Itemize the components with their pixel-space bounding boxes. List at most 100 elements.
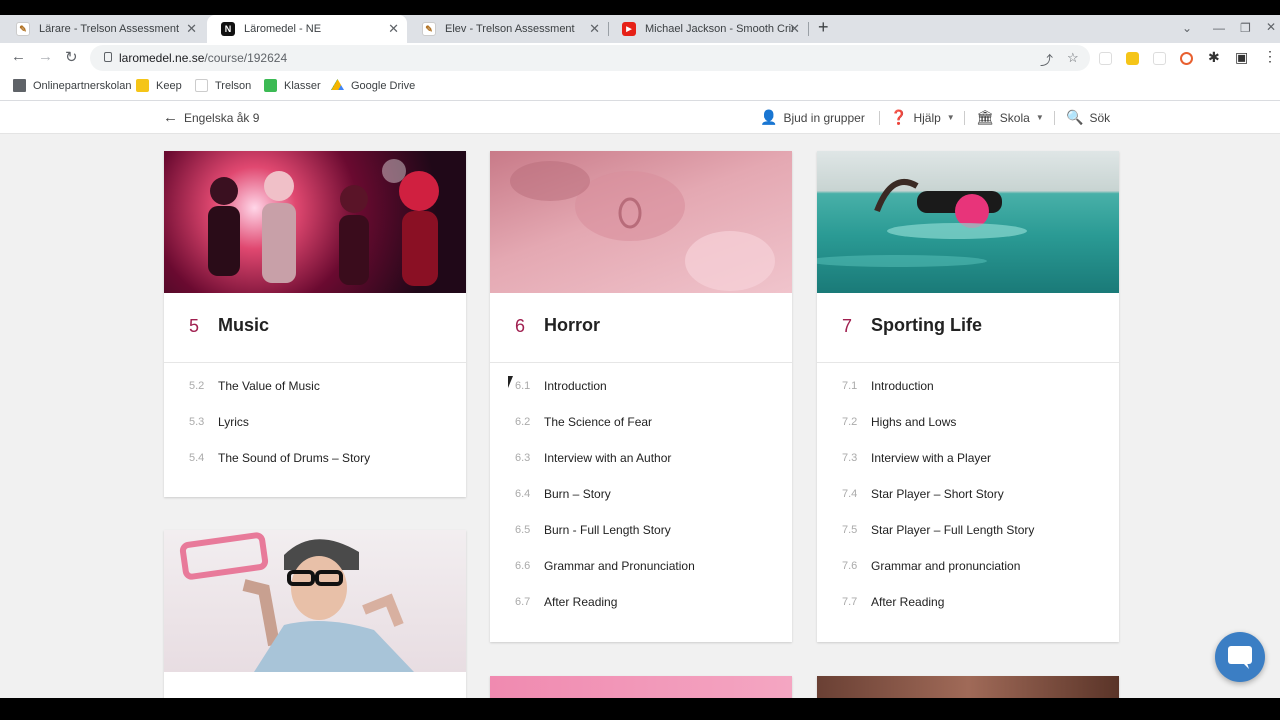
chat-button[interactable] [1215,632,1265,682]
lesson-number: 7.1 [842,380,858,392]
lesson-item[interactable]: 7.7 After Reading [817,592,1119,616]
chapter-title: Sporting Life [871,315,982,335]
close-tab-icon[interactable]: ✕ [388,21,399,37]
side-panel-icon[interactable]: ▣ [1235,49,1248,66]
lesson-number: 6.6 [515,560,531,572]
school-label: Skola [999,110,1030,125]
chapter-header: 5 Music [164,293,466,363]
chat-bubble-icon [1228,646,1252,669]
bookmarks-bar: Onlinepartnerskolan Keep Trelson Klasser… [0,73,1280,101]
tab-title: Michael Jackson - Smooth Crimi [645,23,793,35]
lesson-item[interactable]: 7.3 Interview with a Player [817,448,1119,472]
divider [1054,111,1055,125]
trelson-favicon-icon: ✎ [422,22,436,36]
back-icon[interactable]: ← [11,48,26,65]
chapter-title: Horror [544,315,601,335]
chapter-number: 5 [189,316,200,336]
add-user-icon: 👤 [760,109,778,125]
keep-icon [136,79,149,92]
lesson-title: After Reading [871,595,945,609]
bookmark-onlinepartnerskolan[interactable]: Onlinepartnerskolan [13,79,131,92]
new-tab-icon[interactable]: + [818,17,829,38]
close-tab-icon[interactable]: ✕ [186,21,197,37]
tab-larare-trelson[interactable]: ✎ Lärare - Trelson Assessment ✕ [2,15,205,43]
extensions-puzzle-icon[interactable]: ✱ [1208,49,1220,66]
school-building-icon: 🏛 [976,109,994,125]
share-icon[interactable]: ⤴ [1040,50,1053,69]
chapter-card-next-1[interactable] [164,530,466,720]
tab-title: Elev - Trelson Assessment [445,23,575,35]
lesson-title: Interview with a Player [871,451,992,465]
tab-youtube-michael-jackson[interactable]: ▶ Michael Jackson - Smooth Crimi ✕ [608,15,808,43]
lesson-item[interactable]: 7.1 Introduction [817,376,1119,400]
minimize-icon[interactable]: — [1213,21,1225,35]
swimmer-illustration [817,178,1027,267]
bookmark-keep[interactable]: Keep [136,79,182,92]
address-bar[interactable]: laromedel.ne.se/course/192624 ⤴ ☆ [90,45,1090,71]
page-header: ← Engelska åk 9 👤 Bjud in grupper ❓ Hjälp ▼ … [0,101,1280,134]
bookmark-star-icon[interactable]: ☆ [1067,50,1079,66]
bookmark-google-drive[interactable]: Google Drive [331,79,415,92]
lesson-title: Lyrics [218,415,249,429]
bookmark-trelson[interactable]: Trelson [195,79,251,92]
lesson-item[interactable]: 6.4 Burn – Story [490,484,792,508]
chapter-card-horror[interactable]: 6 Horror 6.1 Introduction 6.2 The Science … [490,151,792,642]
lesson-item[interactable]: 7.4 Star Player – Short Story [817,484,1119,508]
lesson-title: Star Player – Short Story [871,487,1004,501]
chapter-card-music[interactable]: 5 Music 5.2 The Value of Music 5.3 Lyrics … [164,151,466,497]
lesson-item[interactable]: 5.3 Lyrics [164,412,466,436]
lesson-title: Grammar and pronunciation [871,559,1021,573]
lesson-title: Star Player – Full Length Story [871,523,1035,537]
trelson-extension-icon[interactable] [1099,52,1112,65]
keep-extension-icon[interactable] [1126,52,1139,65]
party-people-illustration [208,159,439,286]
bookmark-klasser[interactable]: Klasser [264,79,321,92]
help-menu-button[interactable]: ❓ Hjälp ▼ [890,109,955,126]
lesson-item[interactable]: 6.5 Burn - Full Length Story [490,520,792,544]
question-circle-icon: ❓ [890,109,908,125]
lesson-item[interactable]: 6.1 Introduction [490,376,792,400]
lesson-title: After Reading [544,595,618,609]
lesson-item[interactable]: 5.2 The Value of Music [164,376,466,400]
lesson-item[interactable]: 6.3 Interview with an Author [490,448,792,472]
menu-kebab-icon[interactable]: ⋮ [1263,48,1277,65]
lesson-item[interactable]: 5.4 The Sound of Drums – Story [164,448,466,472]
lesson-title: Burn – Story [544,487,611,501]
pencil-extension-icon[interactable] [1153,52,1166,65]
youtube-favicon-icon: ▶ [622,22,636,36]
circle-extension-icon[interactable] [1180,52,1193,65]
lesson-item[interactable]: 7.6 Grammar and pronunciation [817,556,1119,580]
close-tab-icon[interactable]: ✕ [589,21,600,37]
lesson-title: Burn - Full Length Story [544,523,671,537]
tab-laromedel-ne[interactable]: N Läromedel - NE ✕ [207,15,407,43]
restore-icon[interactable]: ❐ [1240,21,1251,35]
chevron-down-icon: ▼ [1035,113,1044,122]
bookmark-label: Klasser [284,79,321,92]
lesson-item[interactable]: 7.2 Highs and Lows [817,412,1119,436]
tab-elev-trelson[interactable]: ✎ Elev - Trelson Assessment ✕ [408,15,608,43]
chevron-down-icon: ▼ [946,113,955,122]
chapter-number: 6 [515,316,526,336]
tab-strip: ✎ Lärare - Trelson Assessment ✕ N Lärome… [0,15,1280,43]
back-to-course-link[interactable]: ← Engelska åk 9 [163,109,259,126]
reload-icon[interactable]: ↻ [65,48,78,66]
lesson-title: Highs and Lows [871,415,957,429]
tab-search-icon[interactable]: ⌄ [1182,21,1192,35]
lesson-item[interactable]: 6.6 Grammar and Pronunciation [490,556,792,580]
search-button[interactable]: 🔍 Sök [1066,109,1110,126]
lesson-number: 5.4 [189,452,205,464]
lesson-number: 7.6 [842,560,858,572]
school-menu-button[interactable]: 🏛 Skola ▼ [976,109,1044,126]
video-letterbox-top [0,0,1280,15]
lesson-number: 6.4 [515,488,531,500]
lesson-item[interactable]: 6.7 After Reading [490,592,792,616]
forward-icon[interactable]: → [38,48,53,65]
lesson-item[interactable]: 6.2 The Science of Fear [490,412,792,436]
lesson-item[interactable]: 7.5 Star Player – Full Length Story [817,520,1119,544]
close-window-icon[interactable]: ✕ [1266,20,1276,34]
chapter-image-music [164,151,466,293]
chapter-card-sporting-life[interactable]: 7 Sporting Life 7.1 Introduction 7.2 Highs… [817,151,1119,642]
lesson-number: 6.5 [515,524,531,536]
close-tab-icon[interactable]: ✕ [789,21,800,37]
invite-groups-button[interactable]: 👤 Bjud in grupper [760,109,865,126]
